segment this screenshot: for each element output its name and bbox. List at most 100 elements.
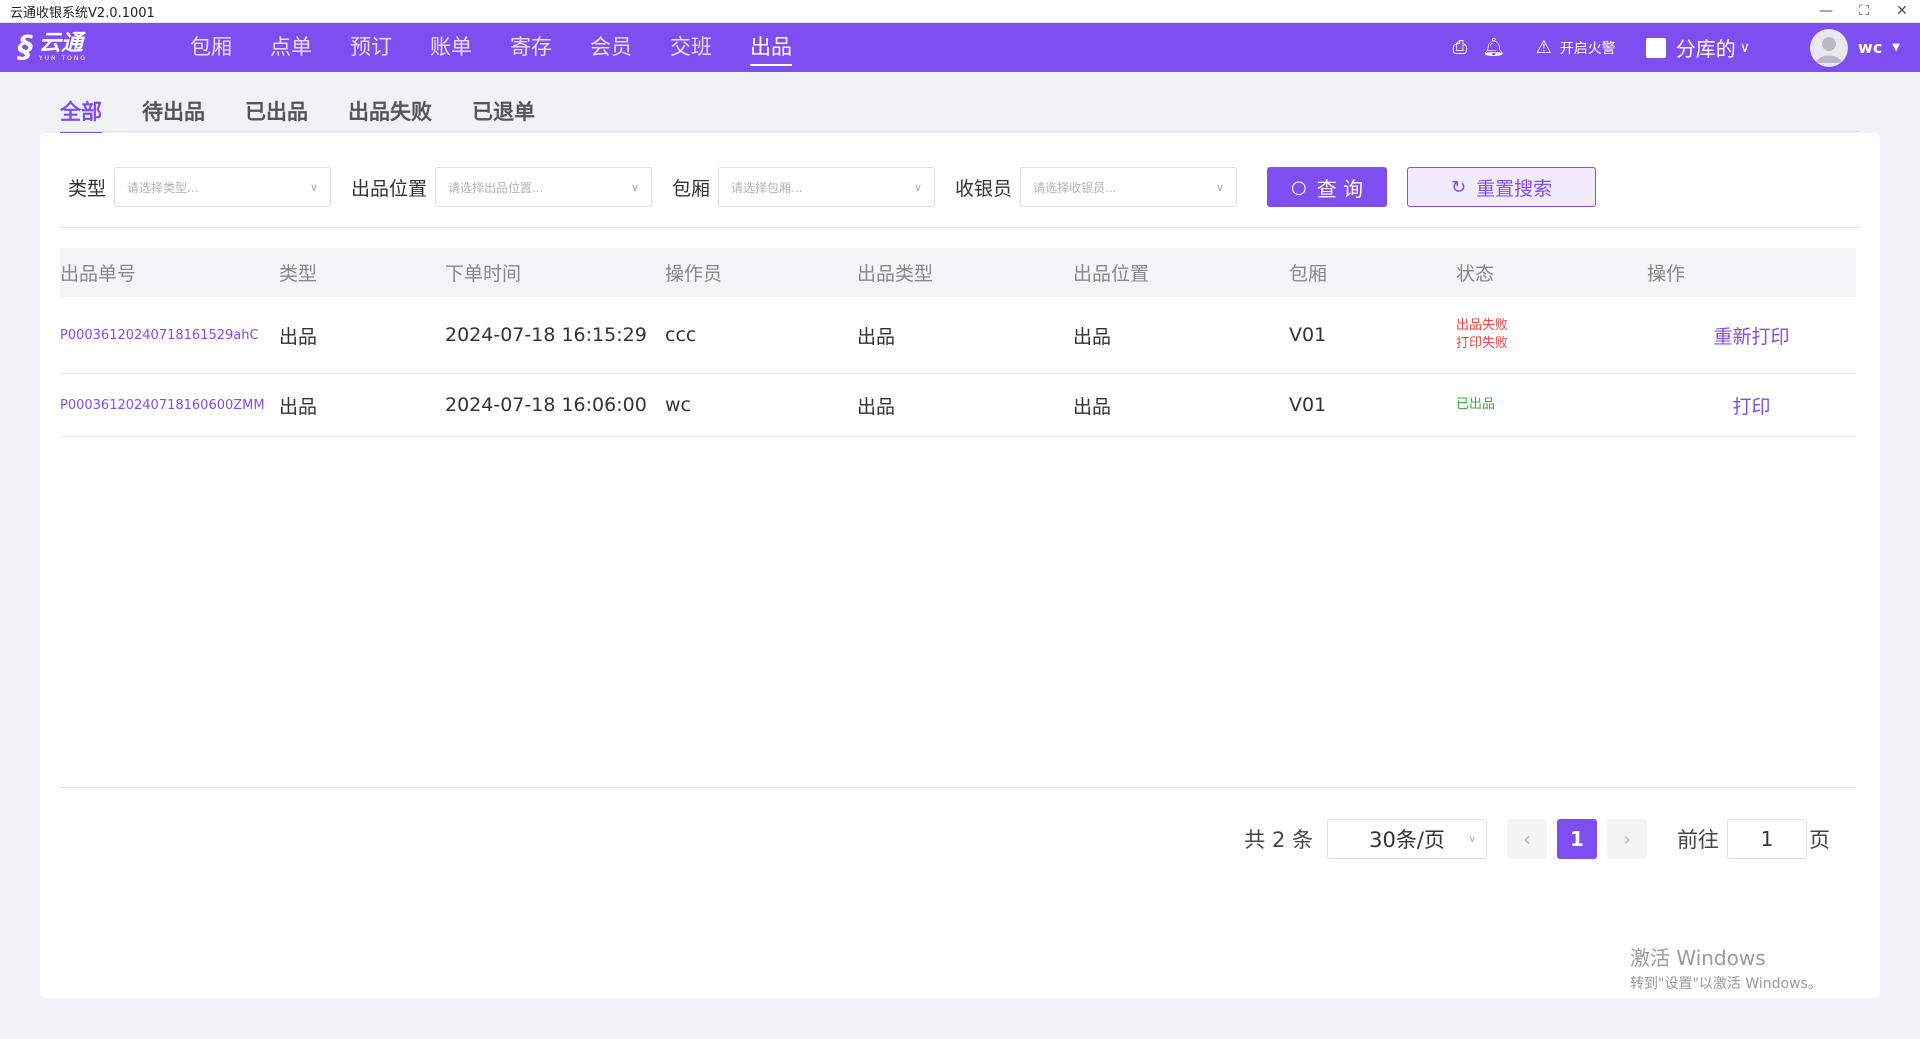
room-filter-label: 包厢 <box>672 177 711 200</box>
chevron-down-icon: ∨ <box>630 180 640 194</box>
room-code: V01 <box>1289 324 1327 346</box>
order-time: 2024-07-18 16:06:00 <box>445 394 647 416</box>
page-number-button[interactable]: 1 <box>1557 819 1597 859</box>
product-location: 出品 <box>1073 325 1112 348</box>
watermark-line1: 激活 Windows <box>1630 946 1766 970</box>
nav-item-storage[interactable]: 寄存 <box>510 30 552 66</box>
chevron-down-icon: ∨ <box>1216 180 1225 194</box>
page-suffix-label: 页 <box>1809 828 1830 852</box>
room-select[interactable]: 请选择包厢... ∨ <box>718 167 936 207</box>
query-button-label: 查 询 <box>1316 176 1364 201</box>
nav-item-order[interactable]: 点单 <box>270 30 312 66</box>
brand-name: 云通 <box>39 30 84 56</box>
bell-icon[interactable]: 🔔︎ <box>1482 37 1506 58</box>
maximize-icon[interactable]: ⛶ <box>1856 3 1872 19</box>
printer-icon[interactable]: ⎙ <box>1448 37 1472 58</box>
order-number: P0003612024071816060​0ZMM <box>60 397 265 413</box>
tab-all[interactable]: 全部 <box>60 96 102 135</box>
pagination: 共 2 条 30条/页 ∨ ‹ 1 › 前往 1 页 <box>1244 819 1830 859</box>
page-size-select[interactable]: 30条/页 ∨ <box>1327 819 1487 859</box>
nav-item-reservation[interactable]: 预订 <box>350 30 392 66</box>
type-select[interactable]: 请选择类型... ∨ <box>114 167 332 207</box>
tab-refunded[interactable]: 已退单 <box>472 96 535 135</box>
fire-alarm-toggle[interactable]: ⚠︎ 开启火警 <box>1532 37 1616 58</box>
user-avatar-icon <box>1816 36 1843 63</box>
column-header: 出品位置 <box>1073 263 1150 285</box>
cashier-select[interactable]: 请选择收银员... ∨ <box>1020 167 1238 207</box>
cashier-filter-label: 收银员 <box>955 177 1013 200</box>
close-icon[interactable]: ✕ <box>1894 3 1910 19</box>
tab-pending[interactable]: 待出品 <box>142 96 205 135</box>
brand-subname: YUN TONG <box>39 54 87 62</box>
prev-page-button[interactable]: ‹ <box>1507 819 1547 859</box>
column-header: 出品类型 <box>857 263 934 285</box>
location-select[interactable]: 请选择出品位置... ∨ <box>435 167 653 207</box>
windows-activation-watermark: 激活 Windows 转到"设置"以激活 Windows。 <box>1630 942 1822 993</box>
logo-mark-icon: § <box>18 29 33 65</box>
minimize-icon[interactable]: — <box>1818 3 1834 19</box>
refresh-icon: ↻ <box>1451 176 1467 198</box>
order-type: 出品 <box>279 325 318 348</box>
order-operator: wc <box>665 394 691 416</box>
tabs-divider <box>60 131 1860 132</box>
user-name: wc <box>1858 38 1883 57</box>
room-code: V01 <box>1289 394 1327 416</box>
action-cell: 重新打印 <box>1647 322 1856 349</box>
order-number: P00036120240718161529ahC <box>60 327 259 343</box>
location-select-placeholder: 请选择出品位置... <box>448 180 544 195</box>
table-header: 出品单号 类型 下单时间 操作员 出品类型 出品位置 包厢 状态 操作 <box>60 248 1856 297</box>
orders-table: 出品单号 类型 下单时间 操作员 出品类型 出品位置 包厢 状态 操作 P000… <box>60 248 1856 437</box>
caret-down-icon: ▼ <box>1892 42 1900 53</box>
order-operator: ccc <box>665 324 697 346</box>
chevron-down-icon: ∨ <box>913 180 923 194</box>
chevron-down-icon: ∨ <box>309 180 319 194</box>
tab-done[interactable]: 已出品 <box>245 96 308 135</box>
table-bottom-border <box>60 787 1856 788</box>
store-checkbox[interactable] <box>1645 37 1666 58</box>
product-type: 出品 <box>857 395 896 418</box>
status-tabs: 全部 待出品 已出品 出品失败 已退单 <box>60 96 535 135</box>
column-header: 出品单号 <box>60 263 137 285</box>
tab-failed[interactable]: 出品失败 <box>348 96 432 135</box>
nav-item-products[interactable]: 出品 <box>750 30 792 66</box>
print-button[interactable]: 打印 <box>1732 396 1770 418</box>
status-cell: 出品失败 打印失败 <box>1456 317 1647 353</box>
type-filter-label: 类型 <box>68 177 107 200</box>
product-type: 出品 <box>857 325 896 348</box>
chevron-down-icon: ∨ <box>1468 833 1476 845</box>
brand-logo: § 云通 YUN TONG <box>18 28 118 68</box>
column-header: 状态 <box>1456 263 1495 285</box>
nav-right-tools: ⎙ 🔔︎ ⚠︎ 开启火警 分库的 ∨ wc ▼ <box>1448 23 1920 72</box>
nav-item-shift[interactable]: 交班 <box>670 30 712 66</box>
avatar[interactable] <box>1810 28 1849 67</box>
cashier-select-placeholder: 请选择收银员... <box>1033 180 1117 195</box>
watermark-line2: 转到"设置"以激活 Windows。 <box>1630 976 1822 992</box>
column-header: 下单时间 <box>445 263 522 285</box>
main-nav: 包厢 点单 预订 账单 寄存 会员 交班 出品 <box>190 30 792 66</box>
status-badge: 出品失败 <box>1456 318 1509 333</box>
action-cell: 打印 <box>1647 392 1856 419</box>
nav-item-members[interactable]: 会员 <box>590 30 632 66</box>
window-title-bar: 云通收银系统V2.0.1001 — ⛶ ✕ <box>0 0 1920 23</box>
chevron-down-icon: ∨ <box>1739 39 1751 56</box>
user-menu[interactable]: wc ▼ <box>1810 28 1900 67</box>
alarm-light-icon: ⚠︎ <box>1535 37 1552 58</box>
chevron-right-icon: › <box>1623 827 1631 851</box>
filter-divider <box>60 227 1860 228</box>
query-button[interactable]: ○ 查 询 <box>1267 167 1388 207</box>
type-select-placeholder: 请选择类型... <box>127 180 199 195</box>
goto-page-input[interactable]: 1 <box>1727 819 1807 859</box>
product-location: 出品 <box>1073 395 1112 418</box>
nav-item-bills[interactable]: 账单 <box>430 30 472 66</box>
next-page-button[interactable]: › <box>1607 819 1647 859</box>
search-icon: ○ <box>1291 176 1307 198</box>
store-label: 分库的 <box>1675 37 1736 61</box>
reprint-button[interactable]: 重新打印 <box>1713 326 1789 348</box>
status-badge: 打印失败 <box>1456 336 1509 351</box>
order-time: 2024-07-18 16:15:29 <box>445 324 647 346</box>
chevron-left-icon: ‹ <box>1523 827 1531 851</box>
reset-search-button[interactable]: ↻ 重置搜索 <box>1407 167 1597 207</box>
store-selector[interactable]: 分库的 ∨ <box>1645 33 1751 62</box>
window-controls: — ⛶ ✕ <box>1818 3 1910 19</box>
nav-item-rooms[interactable]: 包厢 <box>190 30 232 66</box>
